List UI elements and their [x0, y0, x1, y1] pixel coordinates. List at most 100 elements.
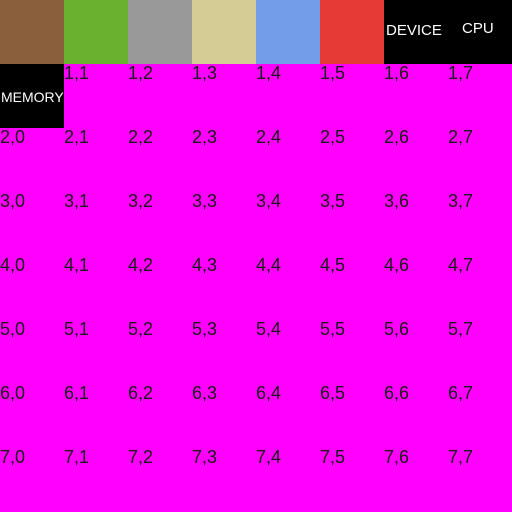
grid-cell[interactable]: 1,1	[64, 64, 128, 128]
grid-cell[interactable]: 6,0	[0, 384, 64, 448]
grid-cell[interactable]: 7,7	[448, 448, 512, 512]
cell-label: 4,6	[384, 256, 410, 275]
grid-cell[interactable]: 3,7	[448, 192, 512, 256]
grid-cell[interactable]: 5,6	[384, 320, 448, 384]
grid-cell[interactable]: 6,4	[256, 384, 320, 448]
grid-cell[interactable]: 6,3	[192, 384, 256, 448]
grid-cell[interactable]: 1,5	[320, 64, 384, 128]
grid-cell[interactable]: 2,2	[128, 128, 192, 192]
cell-label: 6,2	[128, 384, 154, 403]
grid-cell[interactable]: 1,7	[448, 64, 512, 128]
grid-cell[interactable]: 7,1	[64, 448, 128, 512]
grid-cell[interactable]: 7,6	[384, 448, 448, 512]
cell-label: 5,7	[448, 320, 474, 339]
cell-label: 3,3	[192, 192, 218, 211]
grid-cell[interactable]: 5,2	[128, 320, 192, 384]
cell-label: 5,2	[128, 320, 154, 339]
cell-label: 7,7	[448, 448, 474, 467]
cpu-tile[interactable]: CPU	[448, 0, 512, 64]
cell-label: 4,5	[320, 256, 346, 275]
memory-label: MEMORY	[1, 89, 64, 105]
grid-cell[interactable]: 4,4	[256, 256, 320, 320]
color-swatch-brown[interactable]	[0, 0, 64, 64]
grid-cell[interactable]: 3,0	[0, 192, 64, 256]
grid-cell[interactable]: 5,4	[256, 320, 320, 384]
cell-label: 3,5	[320, 192, 346, 211]
grid-cell[interactable]: 3,4	[256, 192, 320, 256]
grid-cell[interactable]: 6,5	[320, 384, 384, 448]
cell-label: 6,1	[64, 384, 90, 403]
grid-cell[interactable]: 7,3	[192, 448, 256, 512]
cell-label: 1,4	[256, 64, 282, 83]
color-swatch-tan[interactable]	[192, 0, 256, 64]
color-swatch-green[interactable]	[64, 0, 128, 64]
cell-label: 3,4	[256, 192, 282, 211]
cell-label: 6,7	[448, 384, 474, 403]
cell-label: 2,4	[256, 128, 282, 147]
grid-cell[interactable]: 2,0	[0, 128, 64, 192]
color-swatch-red[interactable]	[320, 0, 384, 64]
grid-cell[interactable]: 2,3	[192, 128, 256, 192]
grid-cell[interactable]: 7,2	[128, 448, 192, 512]
grid-cell[interactable]: 3,6	[384, 192, 448, 256]
cell-label: 7,1	[64, 448, 90, 467]
cell-label: 3,1	[64, 192, 90, 211]
grid-cell[interactable]: 2,4	[256, 128, 320, 192]
grid-cell[interactable]: 7,0	[0, 448, 64, 512]
cell-label: 7,0	[0, 448, 26, 467]
grid-cell[interactable]: 5,1	[64, 320, 128, 384]
cell-label: 5,5	[320, 320, 346, 339]
grid-cell[interactable]: 4,1	[64, 256, 128, 320]
cell-label: 2,1	[64, 128, 90, 147]
grid-cell[interactable]: 1,2	[128, 64, 192, 128]
cell-label: 6,6	[384, 384, 410, 403]
grid-cell[interactable]: 2,6	[384, 128, 448, 192]
grid-cell[interactable]: 3,1	[64, 192, 128, 256]
cell-label: 3,7	[448, 192, 474, 211]
grid-cell[interactable]: 4,7	[448, 256, 512, 320]
cell-label: 5,1	[64, 320, 90, 339]
grid-cell[interactable]: 6,7	[448, 384, 512, 448]
grid-cell[interactable]: 4,0	[0, 256, 64, 320]
cell-label: 1,6	[384, 64, 410, 83]
grid-cell[interactable]: 3,3	[192, 192, 256, 256]
grid-cell[interactable]: 4,5	[320, 256, 384, 320]
cell-label: 1,3	[192, 64, 218, 83]
cell-label: 1,5	[320, 64, 346, 83]
grid-cell[interactable]: 5,7	[448, 320, 512, 384]
tile-grid: DEVICE CPU MEMORY 1,1 1,2 1,3 1,4 1,5 1,…	[0, 0, 512, 512]
grid-cell[interactable]: 5,3	[192, 320, 256, 384]
grid-cell[interactable]: 6,6	[384, 384, 448, 448]
grid-cell[interactable]: 2,5	[320, 128, 384, 192]
grid-cell[interactable]: 2,1	[64, 128, 128, 192]
device-label: DEVICE	[386, 22, 442, 39]
grid-cell[interactable]: 4,3	[192, 256, 256, 320]
grid-cell[interactable]: 7,4	[256, 448, 320, 512]
grid-cell[interactable]: 5,0	[0, 320, 64, 384]
grid-cell[interactable]: 4,6	[384, 256, 448, 320]
grid-cell[interactable]: 1,6	[384, 64, 448, 128]
grid-cell[interactable]: 1,4	[256, 64, 320, 128]
cell-label: 4,2	[128, 256, 154, 275]
cell-label: 4,1	[64, 256, 90, 275]
grid-cell[interactable]: 3,2	[128, 192, 192, 256]
color-swatch-gray[interactable]	[128, 0, 192, 64]
memory-tile[interactable]: MEMORY	[0, 64, 64, 128]
cell-label: 4,7	[448, 256, 474, 275]
device-tile[interactable]: DEVICE	[384, 0, 448, 64]
grid-cell[interactable]: 4,2	[128, 256, 192, 320]
color-swatch-blue[interactable]	[256, 0, 320, 64]
cell-label: 1,7	[448, 64, 474, 83]
cell-label: 1,2	[128, 64, 154, 83]
cpu-label: CPU	[462, 20, 494, 37]
grid-cell[interactable]: 6,1	[64, 384, 128, 448]
cell-label: 2,5	[320, 128, 346, 147]
cell-label: 7,3	[192, 448, 218, 467]
grid-cell[interactable]: 7,5	[320, 448, 384, 512]
grid-cell[interactable]: 6,2	[128, 384, 192, 448]
grid-cell[interactable]: 1,3	[192, 64, 256, 128]
grid-cell[interactable]: 2,7	[448, 128, 512, 192]
grid-cell[interactable]: 5,5	[320, 320, 384, 384]
grid-cell[interactable]: 3,5	[320, 192, 384, 256]
cell-label: 6,0	[0, 384, 26, 403]
